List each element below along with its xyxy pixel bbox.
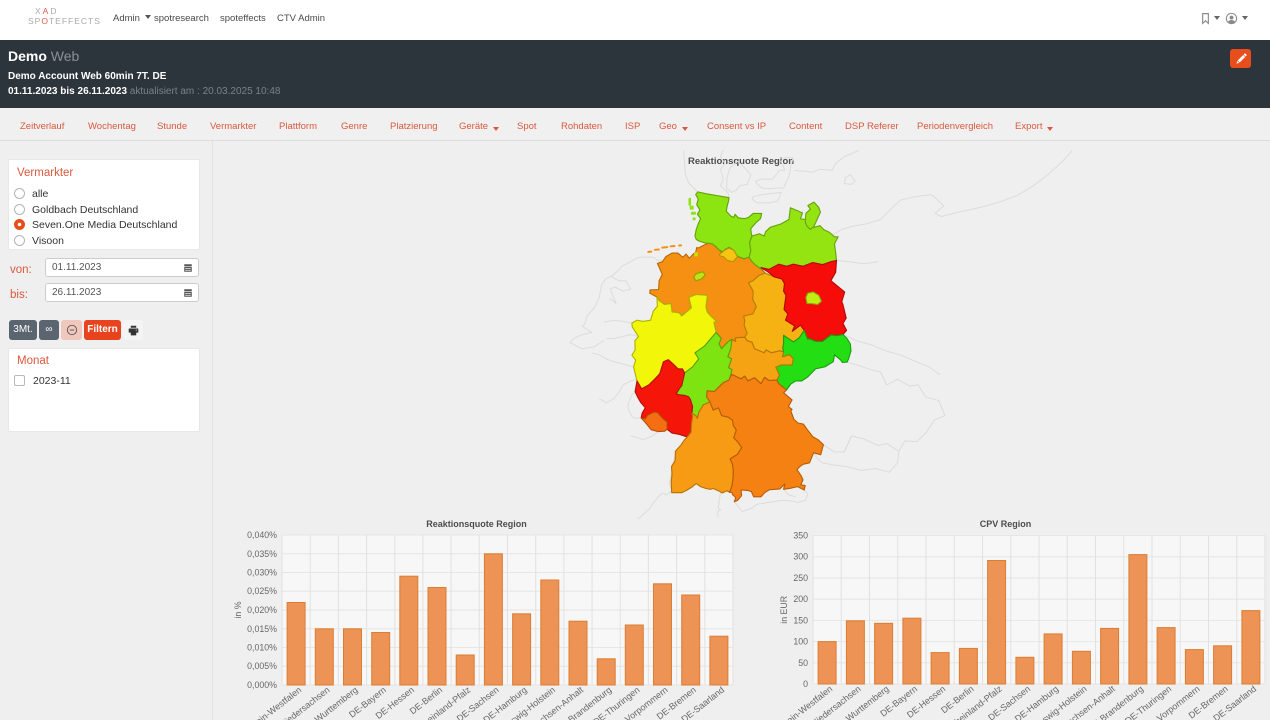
svg-text:0,010%: 0,010% xyxy=(247,643,277,653)
svg-text:200: 200 xyxy=(793,594,808,604)
svg-text:150: 150 xyxy=(793,615,808,625)
svg-text:0,000%: 0,000% xyxy=(247,680,277,690)
svg-text:300: 300 xyxy=(793,552,808,562)
svg-text:0,040%: 0,040% xyxy=(247,530,277,540)
svg-text:in %: in % xyxy=(233,601,243,618)
svg-text:0,020%: 0,020% xyxy=(247,605,277,615)
svg-text:50: 50 xyxy=(798,658,808,668)
svg-text:0,035%: 0,035% xyxy=(247,549,277,559)
svg-text:in EUR: in EUR xyxy=(779,596,789,624)
svg-text:CPV Region: CPV Region xyxy=(980,519,1032,529)
svg-text:0,005%: 0,005% xyxy=(247,661,277,671)
svg-text:0,030%: 0,030% xyxy=(247,568,277,578)
svg-text:0,025%: 0,025% xyxy=(247,586,277,596)
svg-text:0: 0 xyxy=(803,679,808,689)
svg-text:100: 100 xyxy=(793,637,808,647)
svg-text:Reaktionsquote Region: Reaktionsquote Region xyxy=(688,156,794,167)
svg-text:Reaktionsquote Region: Reaktionsquote Region xyxy=(426,519,527,529)
svg-text:250: 250 xyxy=(793,573,808,583)
svg-text:0,015%: 0,015% xyxy=(247,624,277,634)
svg-text:350: 350 xyxy=(793,531,808,541)
